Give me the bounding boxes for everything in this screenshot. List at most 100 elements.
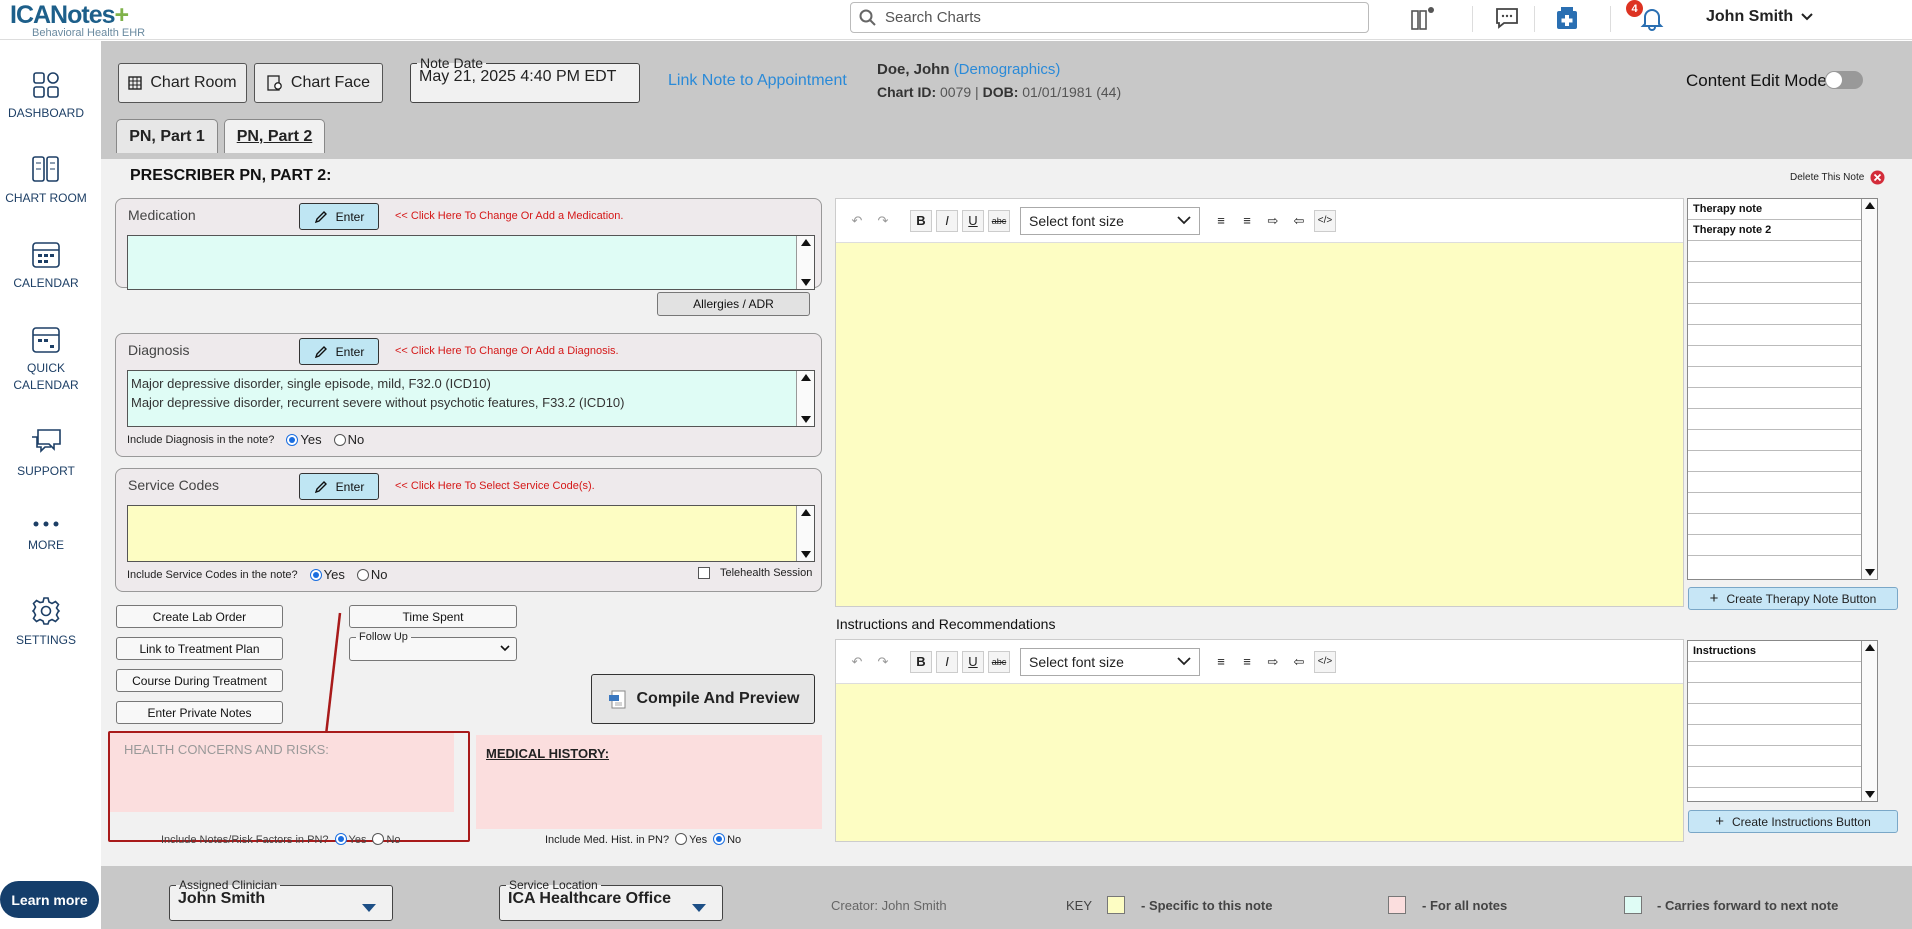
numbered-list-icon[interactable]: ≡	[1210, 651, 1232, 673]
font-size-select[interactable]: Select font size	[1020, 206, 1200, 235]
include-med-hist-yes[interactable]: Yes	[675, 833, 707, 846]
undo-icon[interactable]: ↶	[846, 651, 868, 673]
telehealth-row[interactable]: Telehealth Session	[698, 567, 812, 579]
source-code-icon[interactable]: </>	[1314, 209, 1336, 232]
list-item[interactable]: Instructions	[1688, 641, 1877, 662]
telehealth-checkbox[interactable]	[698, 567, 710, 579]
indent-icon[interactable]: ⇨	[1262, 651, 1284, 673]
create-lab-order-button[interactable]: Create Lab Order	[116, 605, 283, 628]
scrollbar[interactable]	[796, 236, 814, 289]
include-service-no[interactable]: No	[356, 567, 387, 582]
medical-history-box[interactable]: MEDICAL HISTORY:	[476, 735, 822, 829]
link-note-to-appointment[interactable]: Link Note to Appointment	[668, 72, 847, 90]
side-nav: DASHBOARD CHART ROOM CALENDAR QUICK CALE…	[0, 41, 92, 929]
include-med-hist-no[interactable]: No	[713, 833, 741, 846]
scrollbar[interactable]	[796, 371, 814, 426]
nav-settings[interactable]: SETTINGS	[0, 596, 92, 649]
include-service-yes[interactable]: Yes	[309, 567, 345, 582]
bold-button[interactable]: B	[910, 209, 932, 232]
search-charts-input[interactable]: Search Charts	[850, 2, 1369, 33]
include-risk-yes[interactable]: Yes	[334, 833, 366, 846]
source-code-icon[interactable]: </>	[1314, 650, 1336, 673]
nav-more[interactable]: MORE	[0, 517, 92, 554]
service-codes-textbox[interactable]	[127, 505, 815, 562]
pencil-icon	[314, 345, 327, 358]
instructions-editor[interactable]: ↶ ↷ B I U abc Select font size ≡ ≡ ⇨ ⇦ <…	[835, 639, 1684, 842]
user-menu[interactable]: John Smith	[1706, 8, 1813, 26]
demographics-link[interactable]: (Demographics)	[954, 61, 1061, 78]
diagnosis-textbox[interactable]: Major depressive disorder, single episod…	[127, 370, 815, 427]
editor-toolbar: ↶ ↷ B I U abc Select font size ≡ ≡ ⇨ ⇦ <…	[836, 640, 1683, 684]
strikethrough-button[interactable]: abc	[988, 650, 1010, 673]
course-during-treatment-button[interactable]: Course During Treatment	[116, 669, 283, 692]
chart-room-button[interactable]: Chart Room	[118, 63, 247, 103]
bold-button[interactable]: B	[910, 650, 932, 673]
include-risk-no[interactable]: No	[372, 833, 401, 846]
medication-textbox[interactable]	[127, 235, 815, 290]
underline-button[interactable]: U	[962, 650, 984, 673]
medication-enter-button[interactable]: Enter	[299, 203, 379, 230]
calendar-icon	[32, 242, 60, 268]
bullet-list-icon[interactable]: ≡	[1236, 651, 1258, 673]
undo-icon[interactable]: ↶	[846, 210, 868, 232]
create-instructions-button[interactable]: + Create Instructions Button	[1688, 810, 1898, 833]
therapy-note-editor[interactable]: ↶ ↷ B I U abc Select font size ≡ ≡ ⇨ ⇦ <…	[835, 198, 1684, 607]
scrollbar[interactable]	[1861, 641, 1877, 801]
app-logo[interactable]: ICANotes+ Behavioral Health EHR	[10, 2, 145, 39]
outdent-icon[interactable]: ⇦	[1288, 210, 1310, 232]
tab-pn-part-1[interactable]: PN, Part 1	[116, 119, 218, 153]
messages-icon[interactable]	[1492, 3, 1522, 33]
instructions-title: Instructions and Recommendations	[836, 616, 1056, 632]
key-specific-label: - Specific to this note	[1141, 898, 1273, 913]
indent-icon[interactable]: ⇨	[1262, 210, 1284, 232]
note-date-field[interactable]: Note Date May 21, 2025 4:40 PM EDT	[410, 55, 640, 103]
include-diagnosis-no[interactable]: No	[333, 432, 364, 447]
italic-button[interactable]: I	[936, 650, 958, 673]
create-therapy-note-button[interactable]: + Create Therapy Note Button	[1688, 587, 1898, 610]
tab-pn-part-2[interactable]: PN, Part 2	[224, 119, 325, 153]
time-spent-button[interactable]: Time Spent	[349, 605, 517, 628]
therapy-note-list[interactable]: Therapy note Therapy note 2	[1687, 198, 1878, 580]
allergies-adr-button[interactable]: Allergies / ADR	[657, 292, 810, 316]
nav-support[interactable]: SUPPORT	[0, 427, 92, 480]
nav-quick-calendar[interactable]: QUICK CALENDAR	[0, 324, 92, 394]
delete-note-button[interactable]: Delete This Note	[1790, 170, 1885, 185]
nav-chart-room[interactable]: CHART ROOM	[0, 154, 92, 207]
list-item[interactable]: Therapy note	[1688, 199, 1877, 220]
rx-icon[interactable]	[1552, 3, 1582, 33]
learn-more-button[interactable]: Learn more	[0, 881, 99, 918]
italic-button[interactable]: I	[936, 209, 958, 232]
instructions-list[interactable]: Instructions	[1687, 640, 1878, 802]
content-edit-mode-toggle[interactable]	[1825, 71, 1863, 89]
redo-icon[interactable]: ↷	[872, 651, 894, 673]
include-diagnosis-yes[interactable]: Yes	[286, 432, 322, 447]
instructions-editor-body[interactable]	[836, 684, 1683, 841]
redo-icon[interactable]: ↷	[872, 210, 894, 232]
nav-dashboard[interactable]: DASHBOARD	[0, 71, 92, 122]
enter-private-notes-button[interactable]: Enter Private Notes	[116, 701, 283, 724]
service-location-select[interactable]: Service Location ICA Healthcare Office	[499, 878, 723, 921]
follow-up-select[interactable]: Follow Up	[349, 631, 517, 661]
diagnosis-enter-button[interactable]: Enter	[299, 338, 379, 365]
font-size-select[interactable]: Select font size	[1020, 647, 1200, 676]
support-icon	[32, 429, 61, 453]
scrollbar[interactable]	[796, 506, 814, 561]
chart-face-button[interactable]: Chart Face	[254, 63, 383, 103]
compile-and-preview-button[interactable]: Compile And Preview	[591, 674, 815, 724]
numbered-list-icon[interactable]: ≡	[1210, 210, 1232, 232]
therapy-note-editor-body[interactable]	[836, 243, 1683, 606]
include-diagnosis-row: Include Diagnosis in the note? Yes No	[127, 432, 365, 447]
scrollbar[interactable]	[1861, 199, 1877, 579]
charts-icon[interactable]	[1408, 3, 1438, 33]
diagnosis-hint: << Click Here To Change Or Add a Diagnos…	[395, 345, 619, 357]
bullet-list-icon[interactable]: ≡	[1236, 210, 1258, 232]
link-treatment-plan-button[interactable]: Link to Treatment Plan	[116, 637, 283, 660]
nav-calendar[interactable]: CALENDAR	[0, 239, 92, 292]
service-codes-enter-button[interactable]: Enter	[299, 473, 379, 500]
underline-button[interactable]: U	[962, 209, 984, 232]
list-item[interactable]: Therapy note 2	[1688, 220, 1877, 241]
strikethrough-button[interactable]: abc	[988, 209, 1010, 232]
plus-icon: +	[1709, 590, 1719, 607]
assigned-clinician-select[interactable]: Assigned Clinician John Smith	[169, 878, 393, 921]
outdent-icon[interactable]: ⇦	[1288, 651, 1310, 673]
